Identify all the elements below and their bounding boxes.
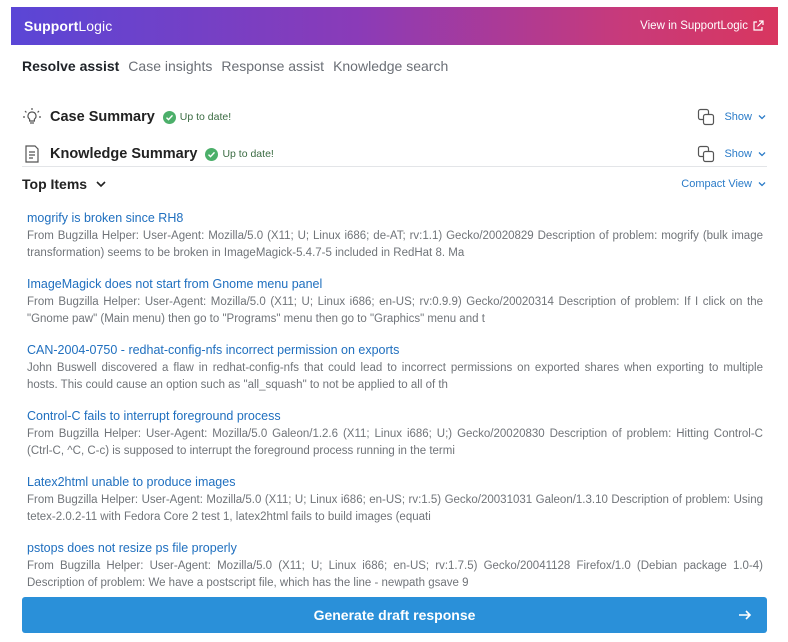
copy-icon[interactable] <box>697 108 715 126</box>
arrow-right-icon <box>739 610 752 620</box>
external-link-icon <box>753 20 764 31</box>
section-divider <box>22 166 767 167</box>
case-summary-show-button[interactable]: Show <box>724 111 767 123</box>
top-items-toggle[interactable]: Top Items <box>22 176 107 192</box>
top-items-header: Top Items Compact View <box>22 175 767 193</box>
item-title-link[interactable]: mogrify is broken since RH8 <box>27 210 763 228</box>
brand-logo-thin: Logic <box>78 18 113 34</box>
list-item: ImageMagick does not start from Gnome me… <box>27 276 763 342</box>
knowledge-summary-actions: Show <box>697 145 767 163</box>
chevron-down-icon <box>758 115 766 120</box>
case-summary-status-text: Up to date! <box>179 111 232 123</box>
knowledge-summary-status-text: Up to date! <box>222 148 274 160</box>
check-circle-icon <box>205 147 219 161</box>
compact-view-toggle[interactable]: Compact View <box>681 178 767 190</box>
item-description: From Bugzilla Helper: User-Agent: Mozill… <box>27 494 763 523</box>
tab-resolve-assist[interactable]: Resolve assist <box>22 58 119 78</box>
generate-draft-response-button[interactable]: Generate draft response <box>22 597 767 633</box>
case-summary-show-label: Show <box>724 111 752 123</box>
list-item: mogrify is broken since RH8 From Bugzill… <box>27 210 763 276</box>
item-description: John Buswell discovered a flaw in redhat… <box>27 362 763 391</box>
list-item: CAN-2004-0750 - redhat-config-nfs incorr… <box>27 342 763 408</box>
list-item: Control-C fails to interrupt foreground … <box>27 408 763 474</box>
item-title-link[interactable]: CAN-2004-0750 - redhat-config-nfs incorr… <box>27 342 763 360</box>
item-title-link[interactable]: Control-C fails to interrupt foreground … <box>27 408 763 426</box>
brand-logo-bold: Support <box>24 18 79 34</box>
case-summary-actions: Show <box>697 108 767 126</box>
lightbulb-icon <box>22 107 42 127</box>
view-in-supportlogic-label: View in SupportLogic <box>640 20 748 32</box>
check-circle-icon <box>162 110 176 124</box>
item-title-link[interactable]: pstops does not resize ps file properly <box>27 540 763 558</box>
app-header: Support Logic View in SupportLogic <box>11 7 778 45</box>
knowledge-summary-title: Knowledge Summary <box>50 146 198 162</box>
item-description: From Bugzilla Helper: User-Agent: Mozill… <box>27 428 763 457</box>
top-items-list: mogrify is broken since RH8 From Bugzill… <box>27 210 763 606</box>
knowledge-summary-row: Knowledge Summary Up to date! Show <box>22 143 767 165</box>
list-item: Latex2html unable to produce images From… <box>27 474 763 540</box>
knowledge-summary-status-badge: Up to date! <box>205 147 274 161</box>
compact-view-label: Compact View <box>681 178 752 190</box>
case-summary-row: Case Summary Up to date! Show <box>22 106 767 128</box>
generate-draft-response-label: Generate draft response <box>313 607 476 623</box>
brand-logo: Support Logic <box>24 18 112 34</box>
tab-response-assist[interactable]: Response assist <box>221 58 324 78</box>
case-summary-status-badge: Up to date! <box>162 110 232 124</box>
copy-icon[interactable] <box>697 145 715 163</box>
top-items-title: Top Items <box>22 176 88 192</box>
item-description: From Bugzilla Helper: User-Agent: Mozill… <box>27 560 763 589</box>
chevron-down-icon <box>758 182 766 187</box>
view-in-supportlogic-link[interactable]: View in SupportLogic <box>640 20 764 32</box>
tab-bar: Resolve assist Case insights Response as… <box>22 58 457 78</box>
item-description: From Bugzilla Helper: User-Agent: Mozill… <box>27 296 763 325</box>
case-summary-title: Case Summary <box>50 109 155 125</box>
item-description: From Bugzilla Helper: User-Agent: Mozill… <box>27 230 763 259</box>
knowledge-summary-show-label: Show <box>724 148 752 160</box>
tab-knowledge-search[interactable]: Knowledge search <box>333 58 448 78</box>
chevron-down-icon <box>758 152 766 157</box>
document-icon <box>22 144 42 164</box>
knowledge-summary-show-button[interactable]: Show <box>724 148 767 160</box>
tab-case-insights[interactable]: Case insights <box>128 58 212 78</box>
item-title-link[interactable]: ImageMagick does not start from Gnome me… <box>27 276 763 294</box>
item-title-link[interactable]: Latex2html unable to produce images <box>27 474 763 492</box>
chevron-down-icon <box>96 181 106 188</box>
